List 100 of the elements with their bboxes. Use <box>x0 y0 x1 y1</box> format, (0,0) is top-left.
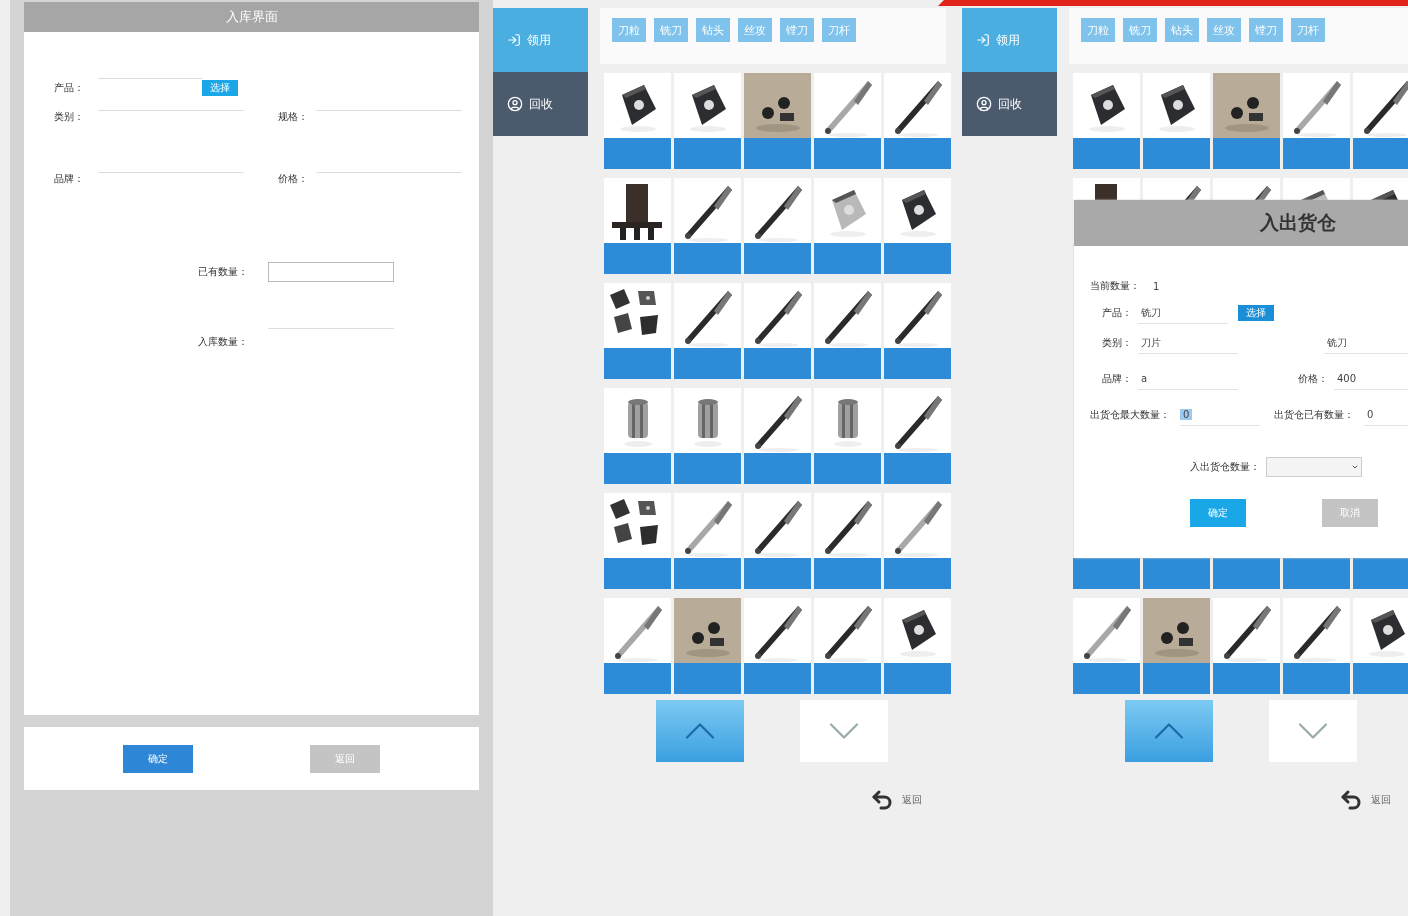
caption-bar <box>1073 558 1140 589</box>
dialog-title: 入出货仓 <box>1074 200 1408 246</box>
caption-bar <box>1143 138 1210 169</box>
input-field[interactable]: 0 <box>1180 404 1260 426</box>
caption-bar <box>814 348 881 379</box>
caption-bar <box>674 348 741 379</box>
confirm-button[interactable]: 确定 <box>122 744 193 773</box>
caption-bar <box>674 453 741 484</box>
caption-bar <box>744 663 811 694</box>
field-label: 入出货仓数量： <box>1190 460 1261 474</box>
sidebar-item[interactable]: 领用 <box>962 8 1057 72</box>
caption-bar <box>1213 663 1280 694</box>
form-title: 入库界面 <box>24 2 479 32</box>
caption-bar <box>814 558 881 589</box>
back-button[interactable]: 返回 <box>1339 788 1391 812</box>
caption-bar <box>674 243 741 274</box>
confirm-button[interactable]: 确定 <box>1190 499 1246 527</box>
input-field[interactable]: 0 <box>1364 404 1408 426</box>
field-label: 出货仓已有数量： <box>1274 408 1355 422</box>
field-label: 价格： <box>1298 372 1329 386</box>
back-arrow-icon <box>1339 788 1363 812</box>
caption-bar <box>814 138 881 169</box>
caption-bar <box>604 663 671 694</box>
caption-bar <box>1353 663 1408 694</box>
caption-bar <box>1213 138 1280 169</box>
caption-bar <box>1353 558 1408 589</box>
input-field[interactable]: a <box>1138 368 1238 390</box>
page-up-button[interactable] <box>656 700 744 762</box>
sidebar-item[interactable]: 回收 <box>962 72 1057 136</box>
caption-bar <box>674 138 741 169</box>
field-label: 已有数量： <box>198 265 249 279</box>
caption-bar <box>884 243 951 274</box>
caption-bar <box>744 453 811 484</box>
input-field[interactable]: 400 <box>1334 368 1408 390</box>
category-tab[interactable]: 丝攻 <box>1207 18 1241 42</box>
field-label: 类别： <box>54 110 85 124</box>
caption-bar <box>1353 138 1408 169</box>
page-down-button[interactable] <box>800 700 888 762</box>
category-tab[interactable]: 铣刀 <box>1123 18 1157 42</box>
caption-bar <box>814 243 881 274</box>
caption-bar <box>674 663 741 694</box>
caption-bar <box>1283 558 1350 589</box>
page-down-button[interactable] <box>1269 700 1357 762</box>
field-label: 产品： <box>1102 306 1133 320</box>
caption-bar <box>1283 663 1350 694</box>
caption-bar <box>604 348 671 379</box>
category-tab[interactable]: 钻头 <box>696 18 730 42</box>
field-label: 产品： <box>54 81 85 95</box>
caption-bar <box>744 558 811 589</box>
caption-bar <box>1073 663 1140 694</box>
back-button[interactable]: 返回 <box>870 788 922 812</box>
caption-bar <box>884 348 951 379</box>
caption-bar <box>1143 663 1210 694</box>
input-field[interactable]: 铣刀 <box>1324 332 1408 354</box>
user-circle-icon <box>507 96 523 112</box>
caption-bar <box>744 348 811 379</box>
category-tab[interactable]: 刀粒 <box>1081 18 1115 42</box>
category-tab[interactable]: 丝攻 <box>738 18 772 42</box>
user-circle-icon <box>976 96 992 112</box>
field-label: 规格： <box>278 110 309 124</box>
dropdown[interactable] <box>1266 457 1362 477</box>
field-label: 类别： <box>1102 336 1133 350</box>
back-arrow-icon <box>870 788 894 812</box>
category-tab[interactable]: 刀杆 <box>1291 18 1325 42</box>
caption-bar <box>744 243 811 274</box>
caption-bar <box>674 558 741 589</box>
category-tab[interactable]: 镗刀 <box>1249 18 1283 42</box>
category-tab[interactable]: 刀杆 <box>822 18 856 42</box>
sidebar-item[interactable]: 领用 <box>493 8 588 72</box>
input-field[interactable] <box>268 262 394 282</box>
caption-bar <box>604 453 671 484</box>
caption-bar <box>604 558 671 589</box>
page-up-button[interactable] <box>1125 700 1213 762</box>
select-button[interactable]: 选择 <box>1238 305 1274 321</box>
sidebar-item[interactable]: 回收 <box>493 72 588 136</box>
input-field[interactable]: 刀片 <box>1138 332 1238 354</box>
caption-bar <box>884 453 951 484</box>
enter-icon <box>976 33 990 47</box>
caption-bar <box>884 138 951 169</box>
field-label: 当前数量： <box>1090 279 1141 293</box>
category-tab[interactable]: 刀粒 <box>612 18 646 42</box>
field-label: 品牌： <box>1102 372 1133 386</box>
category-tab[interactable]: 钻头 <box>1165 18 1199 42</box>
caption-bar <box>884 663 951 694</box>
caption-bar <box>1073 138 1140 169</box>
caption-bar <box>1143 558 1210 589</box>
caption-bar <box>604 138 671 169</box>
field-label: 品牌： <box>54 172 85 186</box>
caret-icon <box>1351 463 1359 471</box>
field-label: 价格： <box>278 172 309 186</box>
category-tab[interactable]: 镗刀 <box>780 18 814 42</box>
caption-bar <box>884 558 951 589</box>
caption-bar <box>1283 138 1350 169</box>
enter-icon <box>507 33 521 47</box>
caption-bar <box>1213 558 1280 589</box>
input-field[interactable]: 铣刀 <box>1138 302 1228 324</box>
category-tab[interactable]: 铣刀 <box>654 18 688 42</box>
field-label: 出货仓最大数量： <box>1090 408 1171 422</box>
caption-bar <box>814 663 881 694</box>
select-button[interactable]: 选择 <box>202 80 238 96</box>
